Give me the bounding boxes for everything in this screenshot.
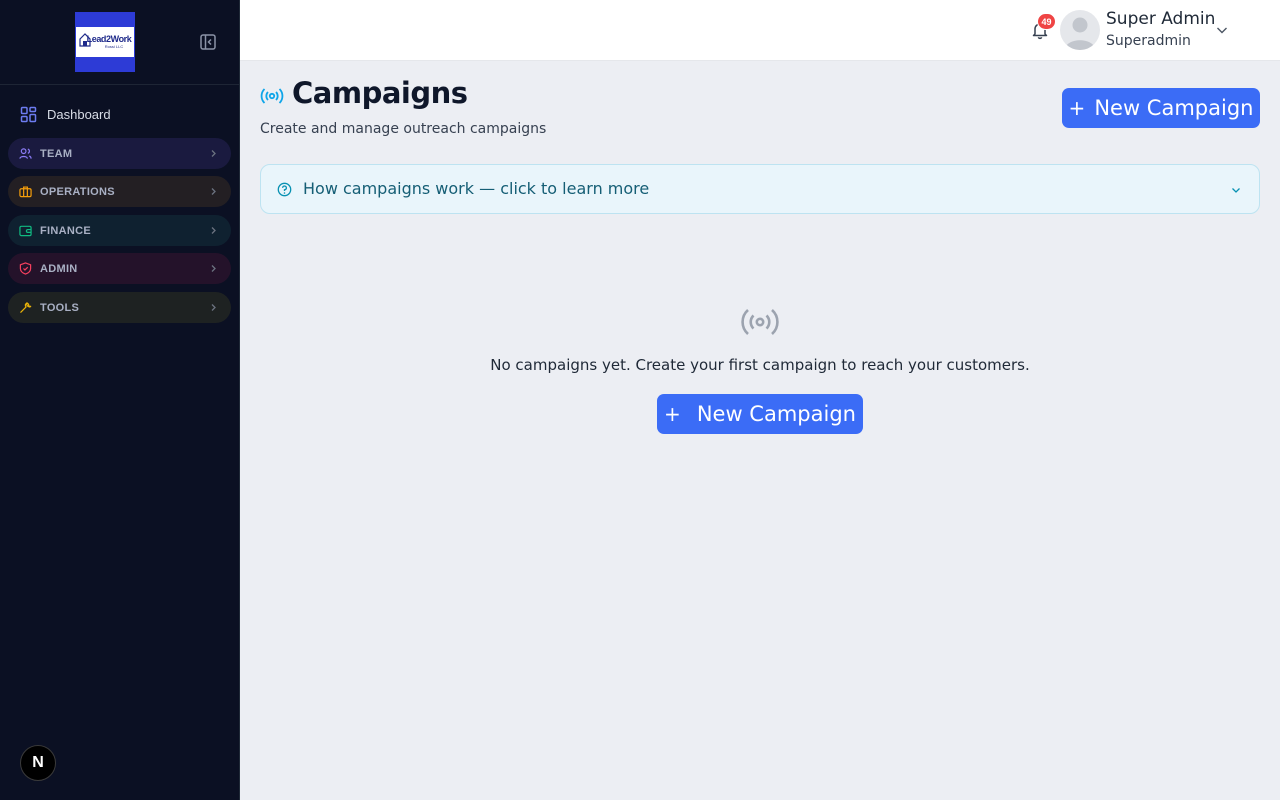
chevron-right-icon: [211, 265, 216, 272]
sidebar-group-label: FINANCE: [40, 224, 91, 237]
broadcast-icon: [260, 88, 284, 104]
sidebar-group-finance[interactable]: FINANCE: [8, 215, 231, 246]
briefcase-icon: [19, 186, 32, 198]
empty-state-new-campaign-button[interactable]: + New Campaign: [657, 394, 863, 434]
chevron-down-icon: [1232, 188, 1240, 193]
plus-icon: +: [1068, 96, 1086, 120]
chevron-right-icon: [211, 150, 216, 157]
new-campaign-label: New Campaign: [696, 402, 856, 426]
topbar: 49 Super Admin Superadmin: [240, 0, 1280, 61]
new-campaign-label: New Campaign: [1094, 96, 1254, 120]
sidebar-group-team[interactable]: TEAM: [8, 138, 231, 169]
wallet-icon: [19, 225, 32, 237]
sidebar-group-label: ADMIN: [40, 262, 78, 275]
page-title: Campaigns: [292, 76, 468, 110]
sidebar: Lead2Work Rossi LLC Dashboard TEAM OPERA…: [0, 0, 240, 800]
house-icon: [79, 33, 91, 47]
sidebar-group-label: OPERATIONS: [40, 185, 115, 198]
chevron-down-icon[interactable]: [1215, 23, 1229, 37]
page-subtitle: Create and manage outreach campaigns: [260, 121, 547, 137]
sidebar-group-label: TEAM: [40, 147, 73, 160]
sidebar-item-dashboard[interactable]: Dashboard: [8, 100, 232, 128]
chevron-right-icon: [211, 304, 216, 311]
new-campaign-button[interactable]: + New Campaign: [1062, 88, 1260, 128]
broadcast-icon: [741, 309, 779, 335]
company-logo[interactable]: Lead2Work Rossi LLC: [75, 12, 135, 72]
collapse-sidebar-icon[interactable]: [199, 33, 217, 51]
info-bar-text: How campaigns work — click to learn more: [303, 179, 650, 198]
avatar[interactable]: [1060, 10, 1100, 50]
user-avatar-icon: [1065, 17, 1095, 50]
users-icon: [19, 148, 32, 159]
chevron-right-icon: [211, 188, 216, 195]
notification-count-badge: 49: [1037, 13, 1056, 30]
help-circle-icon: [277, 182, 292, 197]
logo-brand: Lead2Work: [86, 34, 132, 44]
sidebar-item-label: Dashboard: [47, 106, 111, 122]
nextjs-badge[interactable]: N: [20, 745, 56, 781]
wrench-icon: [20, 302, 32, 313]
grid-icon: [20, 106, 37, 122]
plus-icon: +: [664, 402, 681, 426]
user-name: Super Admin: [1106, 9, 1216, 29]
how-it-works-accordion[interactable]: How campaigns work — click to learn more: [260, 164, 1260, 214]
user-role: Superadmin: [1106, 33, 1191, 49]
sidebar-group-operations[interactable]: OPERATIONS: [8, 176, 231, 207]
sidebar-group-admin[interactable]: ADMIN: [8, 253, 231, 284]
empty-state-text: No campaigns yet. Create your first camp…: [490, 356, 1030, 374]
sidebar-group-label: TOOLS: [40, 301, 80, 314]
shield-icon: [19, 262, 32, 275]
sidebar-header: Lead2Work Rossi LLC: [0, 0, 239, 85]
sidebar-group-tools[interactable]: TOOLS: [8, 292, 231, 323]
chevron-right-icon: [211, 227, 216, 234]
logo-subtext: Rossi LLC: [104, 44, 124, 49]
